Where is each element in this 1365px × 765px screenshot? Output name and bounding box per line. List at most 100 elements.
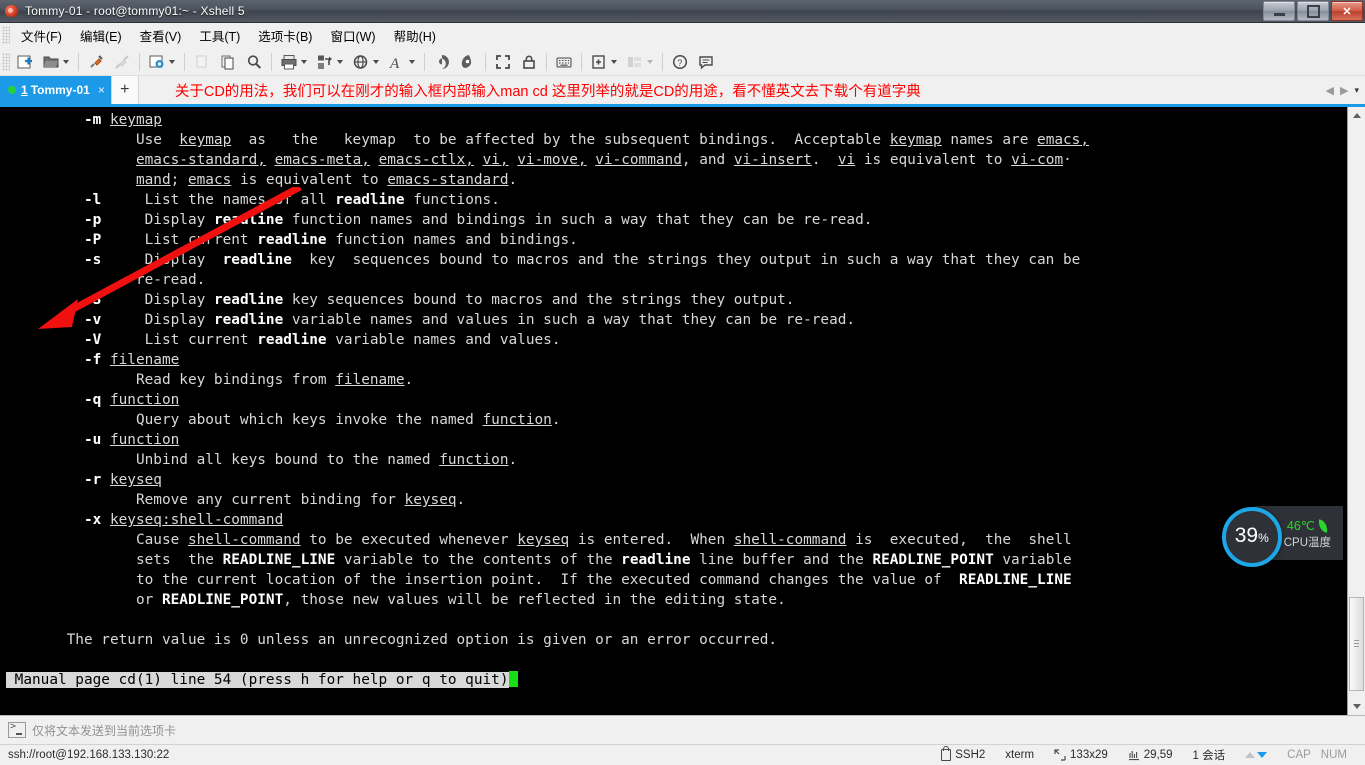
terminal-line: -x keyseq:shell-command xyxy=(83,512,284,528)
chevron-down-icon[interactable] xyxy=(337,59,343,64)
terminal-line: -v Display readline variable names and v… xyxy=(83,312,856,328)
feedback-icon xyxy=(699,55,713,70)
status-transfer-indicators xyxy=(1235,752,1277,758)
toolbar-separator xyxy=(485,52,486,71)
send-to-tab-label: 仅将文本发送到当前选项卡 xyxy=(32,723,177,738)
cpu-usage-value: 39 xyxy=(1234,524,1259,547)
status-right-group: SSH2 xterm 133x29 29,59 1 会话 CAP NUM xyxy=(931,746,1357,763)
menu-view[interactable]: 查看(V) xyxy=(131,23,191,48)
shell-dark-icon xyxy=(461,54,472,68)
find-button[interactable] xyxy=(242,49,266,74)
new-session-button[interactable] xyxy=(13,49,37,74)
chevron-down-icon[interactable] xyxy=(169,59,175,64)
toolbar-separator xyxy=(271,52,272,71)
upload-arrow-icon xyxy=(1245,752,1256,758)
status-protocol-label: SSH2 xyxy=(955,749,986,761)
print-button[interactable] xyxy=(277,49,311,74)
menu-tools[interactable]: 工具(T) xyxy=(190,23,249,48)
compose-bar-button[interactable] xyxy=(552,49,576,74)
help-button[interactable]: ? xyxy=(668,49,692,74)
scroll-down-button[interactable] xyxy=(1348,698,1365,715)
lock-icon xyxy=(941,746,952,761)
add-pane-button[interactable] xyxy=(587,49,621,74)
window-controls: ✕ xyxy=(1263,1,1363,21)
cpu-temperature-label: CPU温度 xyxy=(1283,536,1331,549)
scrollbar-thumb[interactable] xyxy=(1349,597,1364,691)
connection-url: ssh://root@192.168.133.130:22 xyxy=(8,749,170,761)
terminal-area: -m keymap Use keymap as the keymap to be… xyxy=(0,107,1365,715)
tab-label: Tommy-01 xyxy=(30,83,90,97)
toolbar-separator xyxy=(424,52,425,71)
disconnect-button[interactable] xyxy=(110,49,134,74)
send-to-tab-bar[interactable]: 仅将文本发送到当前选项卡 xyxy=(0,715,1365,744)
lock-button[interactable] xyxy=(517,49,541,74)
encoding-button[interactable] xyxy=(349,49,383,74)
menu-tabs[interactable]: 选项卡(B) xyxy=(249,23,321,48)
tab-close-icon[interactable]: × xyxy=(98,83,105,97)
chevron-down-icon[interactable] xyxy=(611,59,617,64)
status-sessions: 1 会话 xyxy=(1192,750,1226,762)
tab-prev-icon[interactable]: ◀ xyxy=(1326,84,1334,97)
layout-button[interactable] xyxy=(623,49,657,74)
copy-button[interactable] xyxy=(190,49,214,74)
xftp-button[interactable] xyxy=(456,49,480,74)
tab-number: 1 xyxy=(21,83,28,97)
chevron-down-icon[interactable] xyxy=(409,59,415,64)
terminal-line: Remove any current binding for keyseq. xyxy=(6,492,466,508)
connect-plug-icon xyxy=(90,54,103,68)
download-arrow-icon xyxy=(1257,752,1268,758)
paste-button[interactable] xyxy=(216,49,240,74)
terminal-line: -q function xyxy=(83,392,180,408)
cpu-monitor-widget[interactable]: 39% 46℃ CPU温度 xyxy=(1221,506,1343,567)
menu-file[interactable]: 文件(F) xyxy=(12,23,71,48)
font-button[interactable]: A xyxy=(385,49,419,74)
properties-button[interactable] xyxy=(145,49,179,74)
toolbar-gripper-icon[interactable] xyxy=(2,52,10,71)
terminal-line: -p Display readline function names and b… xyxy=(83,212,873,228)
tab-tommy-01[interactable]: 1 Tommy-01 × xyxy=(0,76,111,104)
paste-icon xyxy=(221,55,234,69)
close-button[interactable]: ✕ xyxy=(1331,1,1363,21)
status-cursor-label: 29,59 xyxy=(1143,749,1173,761)
connect-button[interactable] xyxy=(84,49,108,74)
tab-next-icon[interactable]: ▶ xyxy=(1340,84,1348,97)
fullscreen-button[interactable] xyxy=(491,49,515,74)
minimize-button[interactable] xyxy=(1263,1,1295,21)
terminal-output[interactable]: -m keymap Use keymap as the keymap to be… xyxy=(0,107,1347,715)
menu-window[interactable]: 窗口(W) xyxy=(321,23,384,48)
chevron-down-icon[interactable] xyxy=(63,59,69,64)
transfer-file-icon xyxy=(318,55,332,69)
terminal-cursor xyxy=(508,671,518,687)
keyboard-icon xyxy=(556,57,572,67)
terminal-scrollbar[interactable] xyxy=(1347,107,1365,715)
chevron-down-icon[interactable] xyxy=(373,59,379,64)
menu-gripper-icon[interactable] xyxy=(2,26,10,44)
scroll-up-button[interactable] xyxy=(1348,107,1365,124)
feedback-button[interactable] xyxy=(694,49,718,74)
terminal-line: emacs-standard, emacs-meta, emacs-ctlx, … xyxy=(135,152,1072,168)
properties-gear-icon xyxy=(149,55,164,68)
printer-icon xyxy=(281,54,297,69)
menu-help[interactable]: 帮助(H) xyxy=(385,23,445,48)
terminal-line: mand; emacs is equivalent to emacs-stand… xyxy=(135,172,518,188)
open-session-button[interactable] xyxy=(39,49,73,74)
terminal-line: -V List current readline variable names … xyxy=(83,332,561,348)
terminal-line: or READLINE_POINT, those new values will… xyxy=(6,592,786,608)
new-tab-button[interactable]: + xyxy=(110,76,139,104)
status-protocol: SSH2 xyxy=(931,746,995,761)
resize-icon xyxy=(1054,749,1066,761)
file-transfer-button[interactable] xyxy=(313,49,347,74)
chevron-down-icon[interactable] xyxy=(647,59,653,64)
menu-edit[interactable]: 编辑(E) xyxy=(71,23,131,48)
tab-status-dot-icon xyxy=(8,86,16,94)
toolbar: A ? xyxy=(0,48,1365,76)
chevron-down-icon[interactable] xyxy=(301,59,307,64)
status-terminal-type: xterm xyxy=(1005,749,1035,761)
xshell-button[interactable] xyxy=(430,49,454,74)
tab-list-icon[interactable]: ▾ xyxy=(1354,85,1359,96)
maximize-restore-button[interactable] xyxy=(1297,1,1329,21)
cut-copy-icon xyxy=(196,55,207,67)
cpu-usage-percent-symbol: % xyxy=(1258,531,1269,545)
tab-navigation: ◀ ▶ ▾ xyxy=(1320,76,1365,104)
